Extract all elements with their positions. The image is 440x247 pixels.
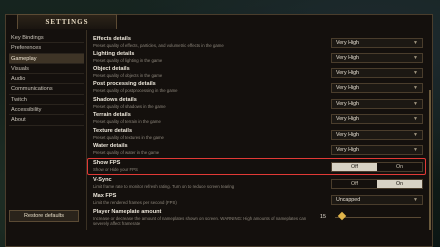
chevron-down-icon: ▼ <box>413 70 418 76</box>
setting-description: Limit frame rate to monitor refresh rati… <box>93 184 235 189</box>
setting-description: Preset quality of shadows in the game <box>93 104 166 109</box>
setting-description: Preset quality of objects in the game <box>93 73 163 78</box>
dropdown-value: Very High <box>336 116 359 122</box>
dropdown-value: Very High <box>336 147 359 153</box>
chevron-down-icon: ▼ <box>413 85 418 91</box>
sidebar-item-audio[interactable]: Audio <box>9 74 84 85</box>
nameplate-amount-value: 15 <box>320 214 326 220</box>
setting-name: Object details <box>93 66 130 72</box>
sidebar-item-about[interactable]: About <box>9 115 84 126</box>
dropdown-value: Very High <box>336 70 359 76</box>
dropdown-value: Very High <box>336 55 359 61</box>
settings-title-tab: SETTINGS <box>17 14 117 29</box>
setting-name: Lighting details <box>93 51 135 57</box>
setting-description: Increase or decrease the amount of namep… <box>93 216 307 226</box>
sidebar-item-preferences[interactable]: Preferences <box>9 43 84 54</box>
settings-scrollbar[interactable] <box>429 90 431 230</box>
setting-row-v-sync: V-Sync Limit frame rate to monitor refre… <box>89 177 429 192</box>
setting-name: Shadows details <box>93 97 137 103</box>
chevron-down-icon: ▼ <box>413 116 418 122</box>
setting-description: Preset quality of textures in the game <box>93 135 164 140</box>
setting-description: Preset quality of postprocessing in the … <box>93 88 178 93</box>
dropdown-value: Uncapped <box>336 197 361 203</box>
post-processing-details-dropdown[interactable]: Very High ▼ <box>331 83 423 93</box>
setting-description: Preset quality of effects, particles, an… <box>93 43 224 48</box>
chevron-down-icon: ▼ <box>413 197 418 203</box>
setting-name: Water details <box>93 143 128 149</box>
setting-name: Max FPS <box>93 193 117 199</box>
sidebar-item-key-bindings[interactable]: Key Bindings <box>9 33 84 44</box>
effects-details-dropdown[interactable]: Very High ▼ <box>331 38 423 48</box>
setting-name: Terrain details <box>93 112 131 118</box>
setting-row-texture-details: Texture details Preset quality of textur… <box>89 128 429 143</box>
dropdown-value: Very High <box>336 132 359 138</box>
chevron-down-icon: ▼ <box>413 147 418 153</box>
setting-description: Preset quality of water in the game <box>93 150 160 155</box>
setting-name: Effects details <box>93 36 131 42</box>
restore-defaults-button[interactable]: Restore defaults <box>9 210 79 222</box>
v-sync-off-option[interactable]: Off <box>332 180 377 188</box>
max-fps-dropdown[interactable]: Uncapped ▼ <box>331 195 423 205</box>
setting-row-max-fps: Max FPS Limit the rendered frames per se… <box>89 193 429 208</box>
shadows-details-dropdown[interactable]: Very High ▼ <box>331 99 423 109</box>
setting-row-shadows-details: Shadows details Preset quality of shadow… <box>89 97 429 112</box>
v-sync-toggle: Off On <box>331 179 423 189</box>
setting-row-terrain-details: Terrain details Preset quality of terrai… <box>89 112 429 127</box>
setting-name: Post processing details <box>93 81 156 87</box>
dropdown-value: Very High <box>336 40 359 46</box>
show-fps-highlight-box <box>87 158 426 175</box>
setting-description: Preset quality of terrain in the game <box>93 119 161 124</box>
sidebar-item-gameplay[interactable]: Gameplay <box>9 53 84 64</box>
dropdown-value: Very High <box>336 85 359 91</box>
texture-details-dropdown[interactable]: Very High ▼ <box>331 130 423 140</box>
lighting-details-dropdown[interactable]: Very High ▼ <box>331 53 423 63</box>
sidebar-item-twitch[interactable]: Twitch <box>9 95 84 106</box>
setting-row-lighting-details: Lighting details Preset quality of light… <box>89 51 429 66</box>
setting-description: Preset quality of lighting in the game <box>93 58 163 63</box>
water-details-dropdown[interactable]: Very High ▼ <box>331 145 423 155</box>
sidebar-divider <box>86 30 87 230</box>
setting-name: Texture details <box>93 128 133 134</box>
settings-title: SETTINGS <box>45 18 89 26</box>
object-details-dropdown[interactable]: Very High ▼ <box>331 68 423 78</box>
sidebar-item-visuals[interactable]: Visuals <box>9 64 84 75</box>
setting-row-object-details: Object details Preset quality of objects… <box>89 66 429 81</box>
slider-handle[interactable] <box>337 211 347 221</box>
nameplate-amount-slider[interactable] <box>335 217 421 218</box>
sidebar-item-communications[interactable]: Communications <box>9 84 84 95</box>
setting-name: V-Sync <box>93 177 112 183</box>
terrain-details-dropdown[interactable]: Very High ▼ <box>331 114 423 124</box>
chevron-down-icon: ▼ <box>413 101 418 107</box>
sidebar-item-accessibility[interactable]: Accessibility <box>9 105 84 116</box>
v-sync-on-option[interactable]: On <box>377 180 422 188</box>
setting-name: Player Nameplate amount <box>93 209 162 215</box>
setting-row-effects-details: Effects details Preset quality of effect… <box>89 36 429 51</box>
chevron-down-icon: ▼ <box>413 40 418 46</box>
chevron-down-icon: ▼ <box>413 132 418 138</box>
dropdown-value: Very High <box>336 101 359 107</box>
setting-description: Limit the rendered frames per second (FP… <box>93 200 177 205</box>
setting-row-post-processing-details: Post processing details Preset quality o… <box>89 81 429 96</box>
setting-row-player-nameplate-amount: Player Nameplate amount Increase or decr… <box>89 209 429 231</box>
setting-row-water-details: Water details Preset quality of water in… <box>89 143 429 158</box>
chevron-down-icon: ▼ <box>413 55 418 61</box>
settings-list: Effects details Preset quality of effect… <box>89 36 429 247</box>
